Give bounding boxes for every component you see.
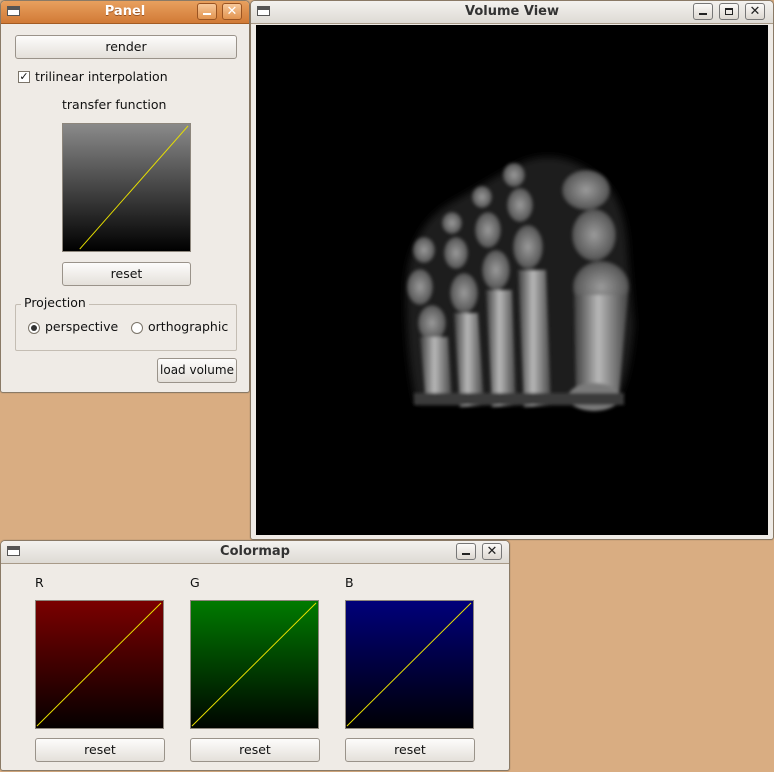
transfer-function-curve: [79, 125, 189, 250]
projection-group-title: Projection: [21, 295, 89, 310]
channel-r-reset-button[interactable]: reset: [35, 738, 165, 762]
minimize-icon: [203, 13, 211, 15]
channel-b-reset-button[interactable]: reset: [345, 738, 475, 762]
panel-close-button[interactable]: ✕: [222, 3, 242, 20]
load-volume-button[interactable]: load volume: [157, 358, 237, 383]
channel-r-label: R: [35, 575, 44, 590]
panel-minimize-button[interactable]: [197, 3, 217, 20]
trilinear-label[interactable]: trilinear interpolation: [35, 69, 168, 84]
volume-render-canvas[interactable]: [256, 25, 768, 535]
channel-g-label: G: [190, 575, 200, 590]
channel-b-curve: [346, 602, 472, 727]
channel-g-curve: [191, 602, 317, 727]
transfer-reset-button[interactable]: reset: [62, 262, 191, 286]
close-icon: ✕: [749, 4, 761, 19]
panel-window: Panel ✕ render ✓ trilinear interpolation…: [0, 0, 250, 393]
trilinear-checkbox[interactable]: ✓: [18, 71, 30, 83]
minimize-icon: [462, 553, 470, 555]
maximize-icon: [725, 8, 733, 15]
channel-r-editor[interactable]: [35, 600, 164, 729]
channel-b-editor[interactable]: [345, 600, 474, 729]
volume-close-button[interactable]: ✕: [745, 3, 765, 20]
minimize-icon: [699, 13, 707, 15]
orthographic-label[interactable]: orthographic: [148, 319, 228, 334]
orthographic-radio[interactable]: [131, 322, 143, 334]
channel-r-curve: [36, 602, 162, 727]
perspective-radio[interactable]: [28, 322, 40, 334]
close-icon: ✕: [226, 4, 238, 19]
transfer-function-editor[interactable]: [62, 123, 191, 252]
channel-g-reset-button[interactable]: reset: [190, 738, 320, 762]
foot-xray-volume-render: [406, 157, 634, 411]
channel-g-editor[interactable]: [190, 600, 319, 729]
render-button[interactable]: render: [15, 35, 237, 59]
panel-titlebar[interactable]: Panel ✕: [1, 1, 249, 24]
channel-b-label: B: [345, 575, 354, 590]
colormap-close-button[interactable]: ✕: [482, 543, 502, 560]
volume-minimize-button[interactable]: [693, 3, 713, 20]
close-icon: ✕: [486, 544, 498, 559]
colormap-title: Colormap: [220, 544, 290, 559]
volume-maximize-button[interactable]: [719, 3, 739, 20]
volume-view-titlebar[interactable]: Volume View ✕: [251, 1, 773, 24]
perspective-label[interactable]: perspective: [45, 319, 118, 334]
colormap-minimize-button[interactable]: [456, 543, 476, 560]
volume-view-window: Volume View ✕: [250, 0, 774, 540]
colormap-window: Colormap ✕ R reset G reset B reset: [0, 540, 510, 771]
transfer-function-label: transfer function: [62, 97, 167, 112]
colormap-titlebar[interactable]: Colormap ✕: [1, 541, 509, 564]
